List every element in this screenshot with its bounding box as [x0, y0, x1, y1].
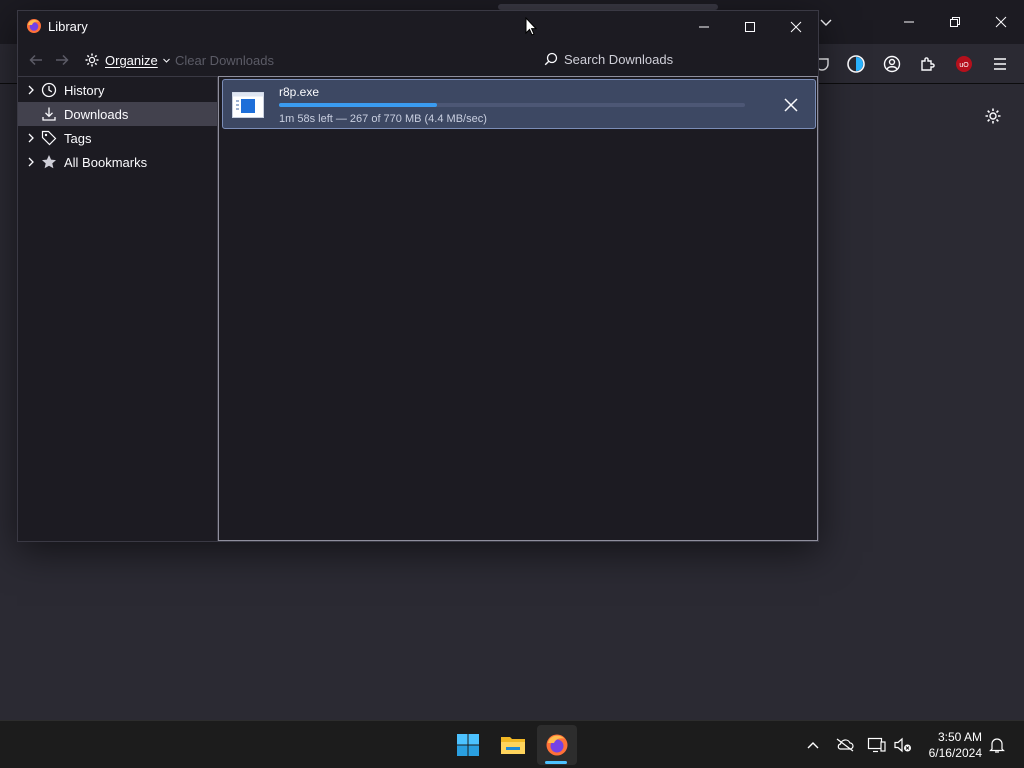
- clear-downloads-button[interactable]: Clear Downloads: [175, 53, 274, 68]
- sidebar-item-label: Downloads: [64, 106, 129, 122]
- cancel-download-button[interactable]: [780, 94, 802, 116]
- page-settings-button[interactable]: [981, 104, 1005, 128]
- chevron-up-icon: [807, 742, 819, 749]
- organize-label: Organize: [105, 52, 158, 68]
- clock-icon: [40, 82, 58, 98]
- download-icon: [40, 106, 58, 122]
- extension-blue-button[interactable]: [838, 46, 874, 82]
- clock-time: 3:50 AM: [937, 730, 982, 744]
- speaker-muted-icon: [894, 737, 911, 753]
- account-button[interactable]: [874, 46, 910, 82]
- firefox-logo-icon: [26, 18, 42, 34]
- taskbar: 3:50 AM 6/16/2024: [0, 720, 1024, 768]
- firefox-logo-icon: [546, 734, 568, 756]
- download-filename: r8p.exe: [279, 85, 320, 99]
- close-icon: [995, 16, 1007, 28]
- windows-logo-icon: [457, 734, 479, 756]
- ublock-origin-icon: uO: [956, 56, 972, 72]
- sidebar-item-label: Tags: [64, 130, 92, 146]
- folder-icon: [501, 737, 525, 754]
- maximize-icon: [745, 21, 755, 32]
- show-hidden-icons-button[interactable]: [801, 733, 825, 757]
- minimize-icon: [699, 26, 709, 27]
- firefox-active-indicator: [545, 761, 567, 764]
- file-explorer-button[interactable]: [493, 725, 533, 765]
- download-item[interactable]: r8p.exe 1m 58s left — 267 of 770 MB (4.4…: [222, 79, 816, 129]
- minimize-icon: [904, 21, 914, 23]
- ublock-button[interactable]: uO: [946, 46, 982, 82]
- expand-twisty-icon[interactable]: [24, 157, 38, 167]
- browser-restore-button[interactable]: [932, 0, 978, 44]
- sidebar-item-history[interactable]: History: [18, 78, 217, 102]
- library-window: Library Organize Clear Downloads Search …: [17, 10, 819, 542]
- system-clock[interactable]: 3:50 AM 6/16/2024: [916, 729, 982, 761]
- executable-file-icon: [232, 92, 264, 118]
- extensions-button[interactable]: [910, 46, 946, 82]
- sidebar-item-label: History: [64, 82, 105, 98]
- gear-icon: [85, 53, 99, 67]
- library-title: Library: [48, 19, 88, 34]
- sidebar-item-downloads[interactable]: Downloads: [18, 102, 217, 126]
- bell-icon: [989, 738, 1005, 753]
- close-icon: [790, 21, 802, 32]
- firefox-taskbar-button[interactable]: [537, 725, 577, 765]
- library-titlebar[interactable]: Library: [18, 11, 818, 42]
- sidebar-item-label: All Bookmarks: [64, 154, 148, 170]
- app-menu-button[interactable]: [982, 46, 1018, 82]
- clock-date: 6/16/2024: [928, 746, 982, 760]
- mouse-cursor: [525, 17, 537, 36]
- sidebar-item-tags[interactable]: Tags: [18, 126, 217, 150]
- browser-close-button[interactable]: [978, 0, 1024, 44]
- close-icon: [784, 98, 798, 112]
- library-toolbar: Organize Clear Downloads Search Download…: [18, 42, 818, 76]
- half-circle-icon: [847, 55, 865, 73]
- account-icon: [883, 55, 901, 73]
- notifications-button[interactable]: [985, 733, 1009, 757]
- search-placeholder: Search Downloads: [564, 51, 674, 67]
- star-icon: [40, 154, 58, 170]
- library-sidebar: History Downloads Tags All Bookmarks: [18, 76, 218, 541]
- expand-twisty-icon[interactable]: [24, 85, 38, 95]
- restore-icon: [950, 17, 960, 27]
- volume-tray-button[interactable]: [891, 733, 915, 757]
- download-progress-bar: [279, 103, 745, 107]
- search-icon: [544, 52, 558, 66]
- start-button[interactable]: [448, 725, 488, 765]
- library-minimize-button[interactable]: [681, 11, 727, 42]
- forward-button[interactable]: [52, 50, 72, 70]
- cloud-off-icon: [836, 738, 854, 752]
- expand-twisty-icon[interactable]: [24, 133, 38, 143]
- dropdown-arrow-icon: [162, 58, 170, 63]
- download-status: 1m 58s left — 267 of 770 MB (4.4 MB/sec): [279, 113, 487, 125]
- network-tray-button[interactable]: [865, 733, 889, 757]
- browser-minimize-button[interactable]: [886, 0, 932, 44]
- sidebar-item-all-bookmarks[interactable]: All Bookmarks: [18, 150, 217, 174]
- library-maximize-button[interactable]: [727, 11, 773, 42]
- arrow-right-icon: [56, 54, 69, 66]
- arrow-left-icon: [29, 54, 42, 66]
- tag-icon: [40, 130, 58, 146]
- network-icon: [867, 737, 886, 753]
- hamburger-menu-icon: [994, 58, 1006, 70]
- gear-icon: [985, 108, 1001, 124]
- back-button[interactable]: [26, 50, 46, 70]
- downloads-list: r8p.exe 1m 58s left — 267 of 770 MB (4.4…: [218, 76, 818, 541]
- svg-text:uO: uO: [959, 62, 969, 69]
- chevron-down-icon: [820, 19, 832, 26]
- puzzle-icon: [921, 57, 935, 71]
- onedrive-tray-button[interactable]: [833, 733, 857, 757]
- library-close-button[interactable]: [773, 11, 819, 42]
- search-downloads-input[interactable]: Search Downloads: [537, 47, 813, 71]
- organize-button[interactable]: Organize: [84, 48, 170, 72]
- download-progress-fill: [279, 103, 438, 107]
